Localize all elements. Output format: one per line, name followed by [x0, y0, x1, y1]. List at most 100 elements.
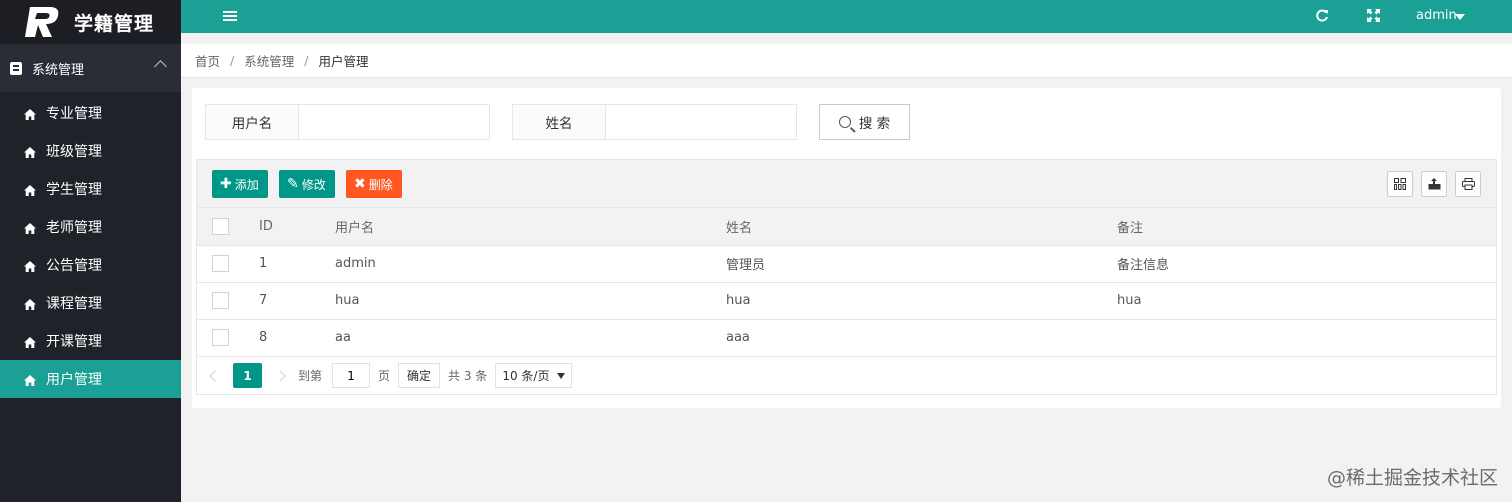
- name-search-field: 姓名: [512, 104, 797, 140]
- table-row[interactable]: 8 aa aaa: [197, 319, 1496, 357]
- table-row[interactable]: 7 hua hua hua: [197, 282, 1496, 320]
- cell-id: 8: [249, 319, 325, 357]
- cell-username: aa: [325, 319, 716, 357]
- sidebar-group-system[interactable]: 系统管理: [0, 44, 181, 92]
- home-icon: [24, 222, 36, 234]
- cell-name: 管理员: [716, 245, 1107, 283]
- sidebar-item-student[interactable]: 学生管理: [0, 170, 181, 208]
- pencil-icon: ✎: [287, 176, 299, 192]
- row-select-cell: [197, 245, 249, 283]
- data-table: ID 用户名 姓名 备注 1 admin 管理员 备注信息 7 hua hua …: [197, 208, 1496, 357]
- app-title: 学籍管理: [74, 12, 155, 35]
- username-search-field: 用户名: [205, 104, 490, 140]
- goto-label: 到第: [298, 369, 323, 383]
- breadcrumb-home[interactable]: 首页: [195, 51, 220, 70]
- prev-page-icon[interactable]: [209, 369, 221, 382]
- sidebar-group-label: 系统管理: [32, 62, 85, 78]
- cell-remark: hua: [1107, 282, 1496, 320]
- book-icon: [10, 61, 22, 75]
- username-label: 用户名: [206, 105, 299, 139]
- current-page-button[interactable]: 1: [233, 363, 262, 388]
- sidebar: 学籍管理 系统管理 专业管理 班级管理 学生管理 老师管理 公告管理 课程管理: [0, 0, 181, 502]
- row-select-cell: [197, 282, 249, 320]
- sidebar-item-teacher[interactable]: 老师管理: [0, 208, 181, 246]
- edit-button[interactable]: ✎ 修改: [279, 170, 335, 198]
- fullscreen-icon[interactable]: [1366, 9, 1380, 23]
- refresh-icon[interactable]: [1315, 9, 1329, 23]
- table-row[interactable]: 1 admin 管理员 备注信息: [197, 245, 1496, 283]
- home-icon: [24, 260, 36, 272]
- watermark: @稀土掘金技术社区: [1326, 467, 1498, 489]
- sidebar-item-open-course[interactable]: 开课管理: [0, 322, 181, 360]
- sidebar-item-users[interactable]: 用户管理: [0, 360, 181, 398]
- column-header-id[interactable]: ID: [249, 208, 325, 246]
- home-icon: [24, 298, 36, 310]
- table-toolbar: ✚ 添加 ✎ 修改 ✖ 删除: [197, 160, 1496, 208]
- column-header-username[interactable]: 用户名: [325, 208, 716, 246]
- user-table: ✚ 添加 ✎ 修改 ✖ 删除 ID 用户名 姓名 备注 1 admin 管理员 …: [196, 159, 1497, 395]
- column-header-name[interactable]: 姓名: [716, 208, 1107, 246]
- close-icon: ✖: [354, 176, 366, 192]
- search-button-label: 搜 索: [858, 116, 891, 132]
- columns-filter-icon[interactable]: [1387, 171, 1413, 197]
- name-label: 姓名: [513, 105, 606, 139]
- cell-remark: [1107, 319, 1496, 357]
- cell-username: admin: [325, 245, 716, 283]
- sidebar-item-major[interactable]: 专业管理: [0, 94, 181, 132]
- add-button[interactable]: ✚ 添加: [212, 170, 268, 198]
- cell-name: hua: [716, 282, 1107, 320]
- cell-id: 1: [249, 245, 325, 283]
- caret-down-icon[interactable]: [1455, 14, 1465, 20]
- breadcrumb-separator: /: [230, 53, 235, 68]
- cell-id: 7: [249, 282, 325, 320]
- sidebar-item-label: 班级管理: [46, 144, 102, 160]
- home-icon: [24, 184, 36, 196]
- breadcrumb-section[interactable]: 系统管理: [244, 51, 294, 70]
- home-icon: [24, 374, 36, 386]
- chevron-down-icon: [557, 372, 566, 379]
- search-button[interactable]: 搜 索: [819, 104, 910, 140]
- sidebar-item-label: 老师管理: [46, 220, 102, 236]
- sidebar-item-class[interactable]: 班级管理: [0, 132, 181, 170]
- edit-button-label: 修改: [301, 177, 326, 192]
- pagination: 1 到第 页 确定 共 3 条 10 条/页: [197, 357, 1496, 395]
- breadcrumb-separator: /: [304, 53, 309, 68]
- add-button-label: 添加: [234, 177, 259, 192]
- cell-name: aaa: [716, 319, 1107, 357]
- search-icon: [838, 116, 851, 128]
- sidebar-submenu: 专业管理 班级管理 学生管理 老师管理 公告管理 课程管理 开课管理 用户管理: [0, 92, 181, 398]
- name-input[interactable]: [606, 105, 796, 139]
- cell-remark: 备注信息: [1107, 245, 1496, 283]
- delete-button[interactable]: ✖ 删除: [346, 170, 402, 198]
- username-input[interactable]: [299, 105, 489, 139]
- page-size-select[interactable]: 10 条/页: [495, 363, 573, 388]
- goto-confirm-button[interactable]: 确定: [398, 363, 441, 388]
- sidebar-item-label: 课程管理: [46, 296, 102, 312]
- select-all-checkbox[interactable]: [212, 217, 229, 235]
- row-checkbox[interactable]: [212, 292, 229, 309]
- next-page-icon[interactable]: [274, 369, 286, 382]
- user-menu[interactable]: admin: [1416, 8, 1457, 23]
- menu-toggle-icon[interactable]: [223, 11, 237, 21]
- home-icon: [24, 108, 36, 120]
- goto-page-input[interactable]: [332, 363, 371, 388]
- row-checkbox[interactable]: [212, 329, 229, 346]
- sidebar-item-label: 学生管理: [46, 182, 102, 198]
- sidebar-item-label: 专业管理: [46, 106, 102, 122]
- main-card: 用户名 姓名 搜 索 ✚ 添加 ✎ 修改 ✖ 删除 ID 用户名 姓名 备注 1…: [192, 88, 1501, 408]
- sidebar-item-label: 公告管理: [46, 258, 102, 274]
- plus-icon: ✚: [220, 176, 232, 192]
- column-header-remark[interactable]: 备注: [1107, 208, 1496, 246]
- logo[interactable]: 学籍管理: [0, 0, 181, 44]
- export-icon[interactable]: [1421, 171, 1447, 197]
- table-header-row: ID 用户名 姓名 备注: [197, 208, 1496, 246]
- sidebar-item-label: 用户管理: [46, 372, 102, 388]
- home-icon: [24, 146, 36, 158]
- breadcrumb-current: 用户管理: [318, 54, 369, 69]
- sidebar-item-course[interactable]: 课程管理: [0, 284, 181, 322]
- logo-icon: [22, 5, 62, 39]
- home-icon: [24, 336, 36, 348]
- print-icon[interactable]: [1455, 171, 1481, 197]
- row-checkbox[interactable]: [212, 255, 229, 272]
- sidebar-item-notice[interactable]: 公告管理: [0, 246, 181, 284]
